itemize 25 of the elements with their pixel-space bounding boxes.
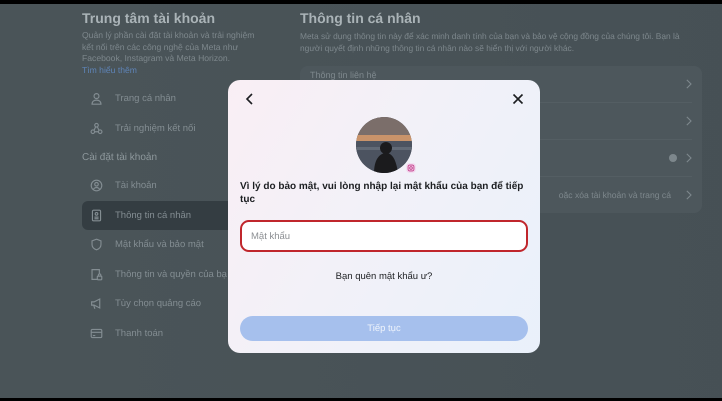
close-icon[interactable] [512, 93, 524, 105]
section-heading: Cài đặt tài khoản [82, 150, 158, 164]
camera-badge-icon [406, 163, 416, 173]
sidebar-item[interactable]: Thông tin và quyền của bạ [82, 260, 290, 289]
chevron-right-icon[interactable] [685, 153, 692, 163]
document-lock-icon [90, 268, 103, 281]
forgot-password-link[interactable]: Bạn quên mật khẩu ư? [336, 271, 432, 282]
shield-icon [90, 238, 103, 252]
sidebar-item[interactable]: Trải nghiệm kết nối [82, 114, 290, 143]
password-field[interactable]: Mật khẩu [240, 220, 528, 252]
learn-more-link[interactable]: Tìm hiểu thêm [82, 64, 137, 74]
account-icon [90, 179, 103, 192]
chevron-right-icon[interactable] [685, 116, 692, 126]
page-title: Thông tin cá nhân [300, 10, 422, 26]
connections-icon [90, 122, 103, 135]
chevron-right-icon[interactable] [685, 190, 692, 200]
chevron-right-icon[interactable] [685, 79, 692, 89]
sidebar-item[interactable]: Trang cá nhân [82, 84, 290, 114]
circle-icon [669, 154, 677, 162]
megaphone-icon [90, 297, 103, 310]
id-card-icon [90, 208, 103, 222]
card-icon [90, 326, 103, 340]
section-title: Trung tâm tài khoản [82, 10, 216, 26]
sidebar-item[interactable]: Tùy chọn quảng cáo [82, 289, 290, 318]
person-icon [90, 92, 103, 106]
